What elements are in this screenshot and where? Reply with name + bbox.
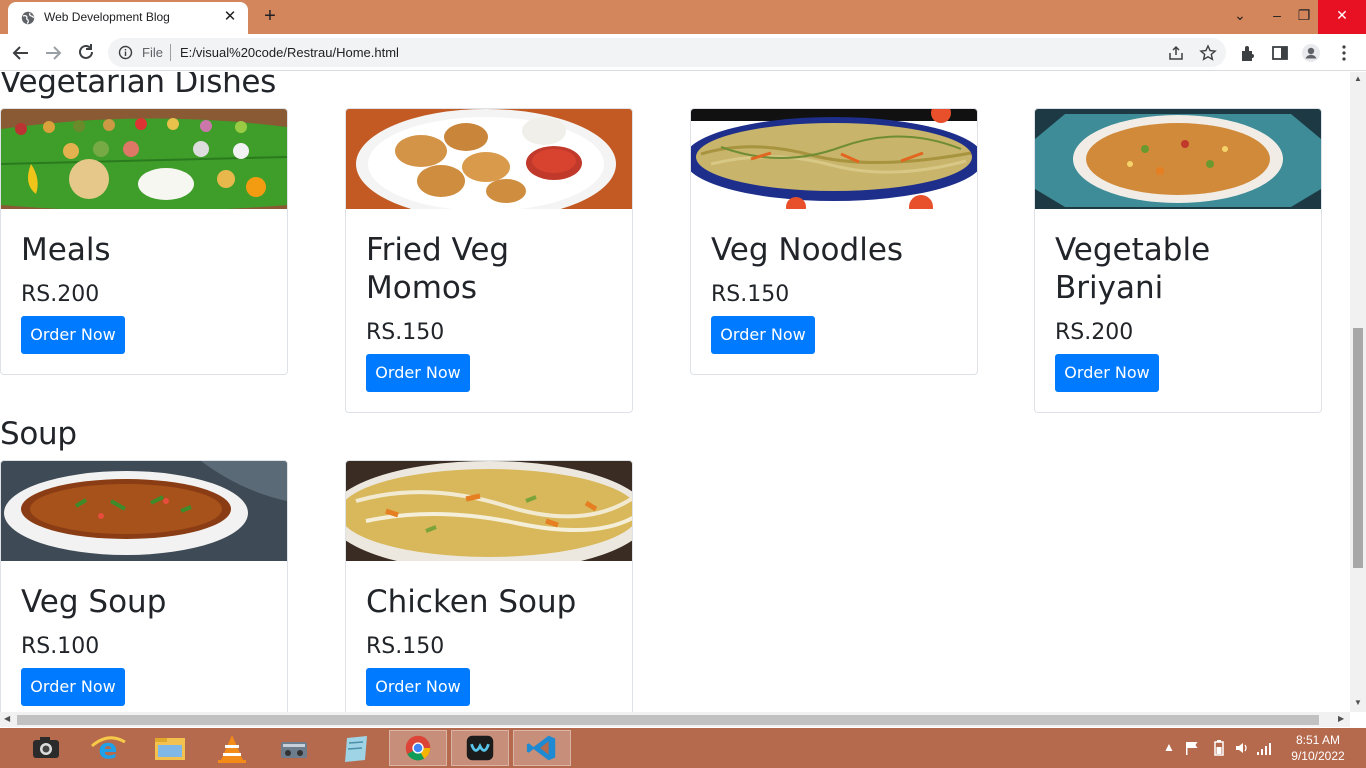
system-clock[interactable]: 8:51 AM 9/10/2022 — [1278, 732, 1358, 764]
dish-name: Veg Soup — [21, 584, 167, 620]
scroll-right-arrow-icon[interactable]: ▶ — [1338, 714, 1344, 723]
share-icon[interactable] — [1167, 44, 1185, 62]
volume-icon[interactable] — [1234, 740, 1250, 756]
page-viewport: Vegetarian Dishes Meals RS.200 Order Now — [0, 72, 1350, 712]
veg-soup-image — [1, 461, 287, 561]
horizontal-scroll-thumb[interactable] — [17, 715, 1319, 725]
bookmark-star-icon[interactable] — [1199, 44, 1217, 62]
extensions-icon[interactable] — [1238, 43, 1258, 63]
scroll-left-arrow-icon[interactable]: ◀ — [4, 714, 10, 723]
battery-icon[interactable] — [1212, 739, 1226, 757]
dish-price: RS.200 — [1055, 320, 1134, 345]
meals-image — [1, 109, 287, 209]
order-now-button[interactable]: Order Now — [21, 668, 125, 706]
clock-date: 9/10/2022 — [1291, 749, 1345, 763]
order-now-button[interactable]: Order Now — [366, 354, 470, 392]
scroll-down-arrow-icon[interactable]: ▼ — [1354, 698, 1362, 707]
dish-name: Meals — [21, 232, 111, 268]
briyani-image — [1035, 109, 1321, 209]
browser-tab[interactable]: Web Development Blog ✕ — [8, 2, 248, 34]
momos-image — [346, 109, 632, 209]
tab-close-icon[interactable]: ✕ — [221, 8, 239, 26]
tab-title: Web Development Blog — [44, 10, 170, 24]
scroll-up-arrow-icon[interactable]: ▲ — [1354, 74, 1362, 83]
globe-icon — [21, 11, 35, 25]
dish-card-fried-veg-momos: Fried Veg Momos RS.150 Order Now — [345, 108, 633, 413]
dish-price: RS.100 — [21, 634, 100, 659]
dish-name: Chicken Soup — [366, 584, 577, 620]
order-now-button[interactable]: Order Now — [711, 316, 815, 354]
forward-arrow-icon[interactable] — [40, 40, 66, 66]
dish-price: RS.200 — [21, 282, 100, 307]
dish-price: RS.150 — [366, 634, 445, 659]
address-bar[interactable]: File E:/visual%20code/Restrau/Home.html — [108, 38, 1226, 67]
close-window-button[interactable]: ✕ — [1318, 0, 1366, 34]
url-text[interactable]: E:/visual%20code/Restrau/Home.html — [180, 45, 399, 60]
tab-search-icon[interactable]: ⌄ — [1222, 0, 1258, 34]
omnibox-divider — [170, 44, 171, 61]
notepad-icon[interactable] — [327, 730, 385, 766]
order-now-button[interactable]: Order Now — [366, 668, 470, 706]
vertical-scroll-thumb[interactable] — [1353, 328, 1363, 568]
kebab-menu-icon[interactable] — [1334, 43, 1354, 63]
camera-app-icon[interactable] — [16, 730, 74, 766]
dish-card-veg-noodles: Veg Noodles RS.150 Order Now — [690, 108, 978, 375]
back-arrow-icon[interactable] — [8, 40, 34, 66]
horizontal-scrollbar[interactable]: ◀ ▶ — [0, 712, 1350, 727]
video-editor-icon[interactable] — [265, 730, 323, 766]
signal-strength-icon[interactable] — [1256, 740, 1274, 756]
section-title-vegetarian: Vegetarian Dishes — [0, 72, 277, 100]
browser-titlebar: Web Development Blog ✕ + ⌄ – ❐ ✕ — [0, 0, 1366, 34]
dish-card-vegetable-briyani: Vegetable Briyani RS.200 Order Now — [1034, 108, 1322, 413]
dish-price: RS.150 — [711, 282, 790, 307]
tray-chevron-icon[interactable]: ▲ — [1163, 740, 1175, 754]
internet-explorer-icon[interactable]: e — [79, 730, 137, 766]
restore-button[interactable]: ❐ — [1286, 0, 1322, 34]
dish-card-chicken-soup: Chicken Soup RS.150 Order Now — [345, 460, 633, 712]
noodles-image — [691, 109, 977, 209]
dish-name: Fried Veg Momos — [366, 232, 510, 306]
flag-icon[interactable] — [1184, 740, 1200, 756]
dish-card-meals: Meals RS.200 Order Now — [0, 108, 288, 375]
info-icon[interactable] — [118, 45, 133, 60]
order-now-button[interactable]: Order Now — [21, 316, 125, 354]
vscode-icon[interactable] — [513, 730, 571, 766]
section-title-soup: Soup — [0, 416, 77, 452]
profile-avatar-icon[interactable] — [1301, 43, 1321, 63]
file-explorer-icon[interactable] — [141, 730, 199, 766]
new-tab-button[interactable]: + — [258, 4, 282, 28]
clock-time: 8:51 AM — [1295, 733, 1341, 747]
chicken-soup-image — [346, 461, 632, 561]
dish-name: Veg Noodles — [711, 232, 904, 268]
dish-price: RS.150 — [366, 320, 445, 345]
chrome-icon[interactable] — [389, 730, 447, 766]
url-scheme: File — [142, 45, 163, 60]
reload-icon[interactable] — [73, 40, 99, 66]
dish-name: Vegetable Briyani — [1055, 232, 1211, 306]
side-panel-icon[interactable] — [1270, 43, 1290, 63]
vlc-player-icon[interactable] — [203, 730, 261, 766]
webex-icon[interactable] — [451, 730, 509, 766]
order-now-button[interactable]: Order Now — [1055, 354, 1159, 392]
vertical-scrollbar[interactable]: ▲ ▼ — [1350, 72, 1366, 712]
windows-taskbar: e ▲ 8:51 AM 9/10/2022 — [0, 728, 1366, 768]
dish-card-veg-soup: Veg Soup RS.100 Order Now — [0, 460, 288, 712]
browser-toolbar: File E:/visual%20code/Restrau/Home.html — [0, 34, 1366, 71]
